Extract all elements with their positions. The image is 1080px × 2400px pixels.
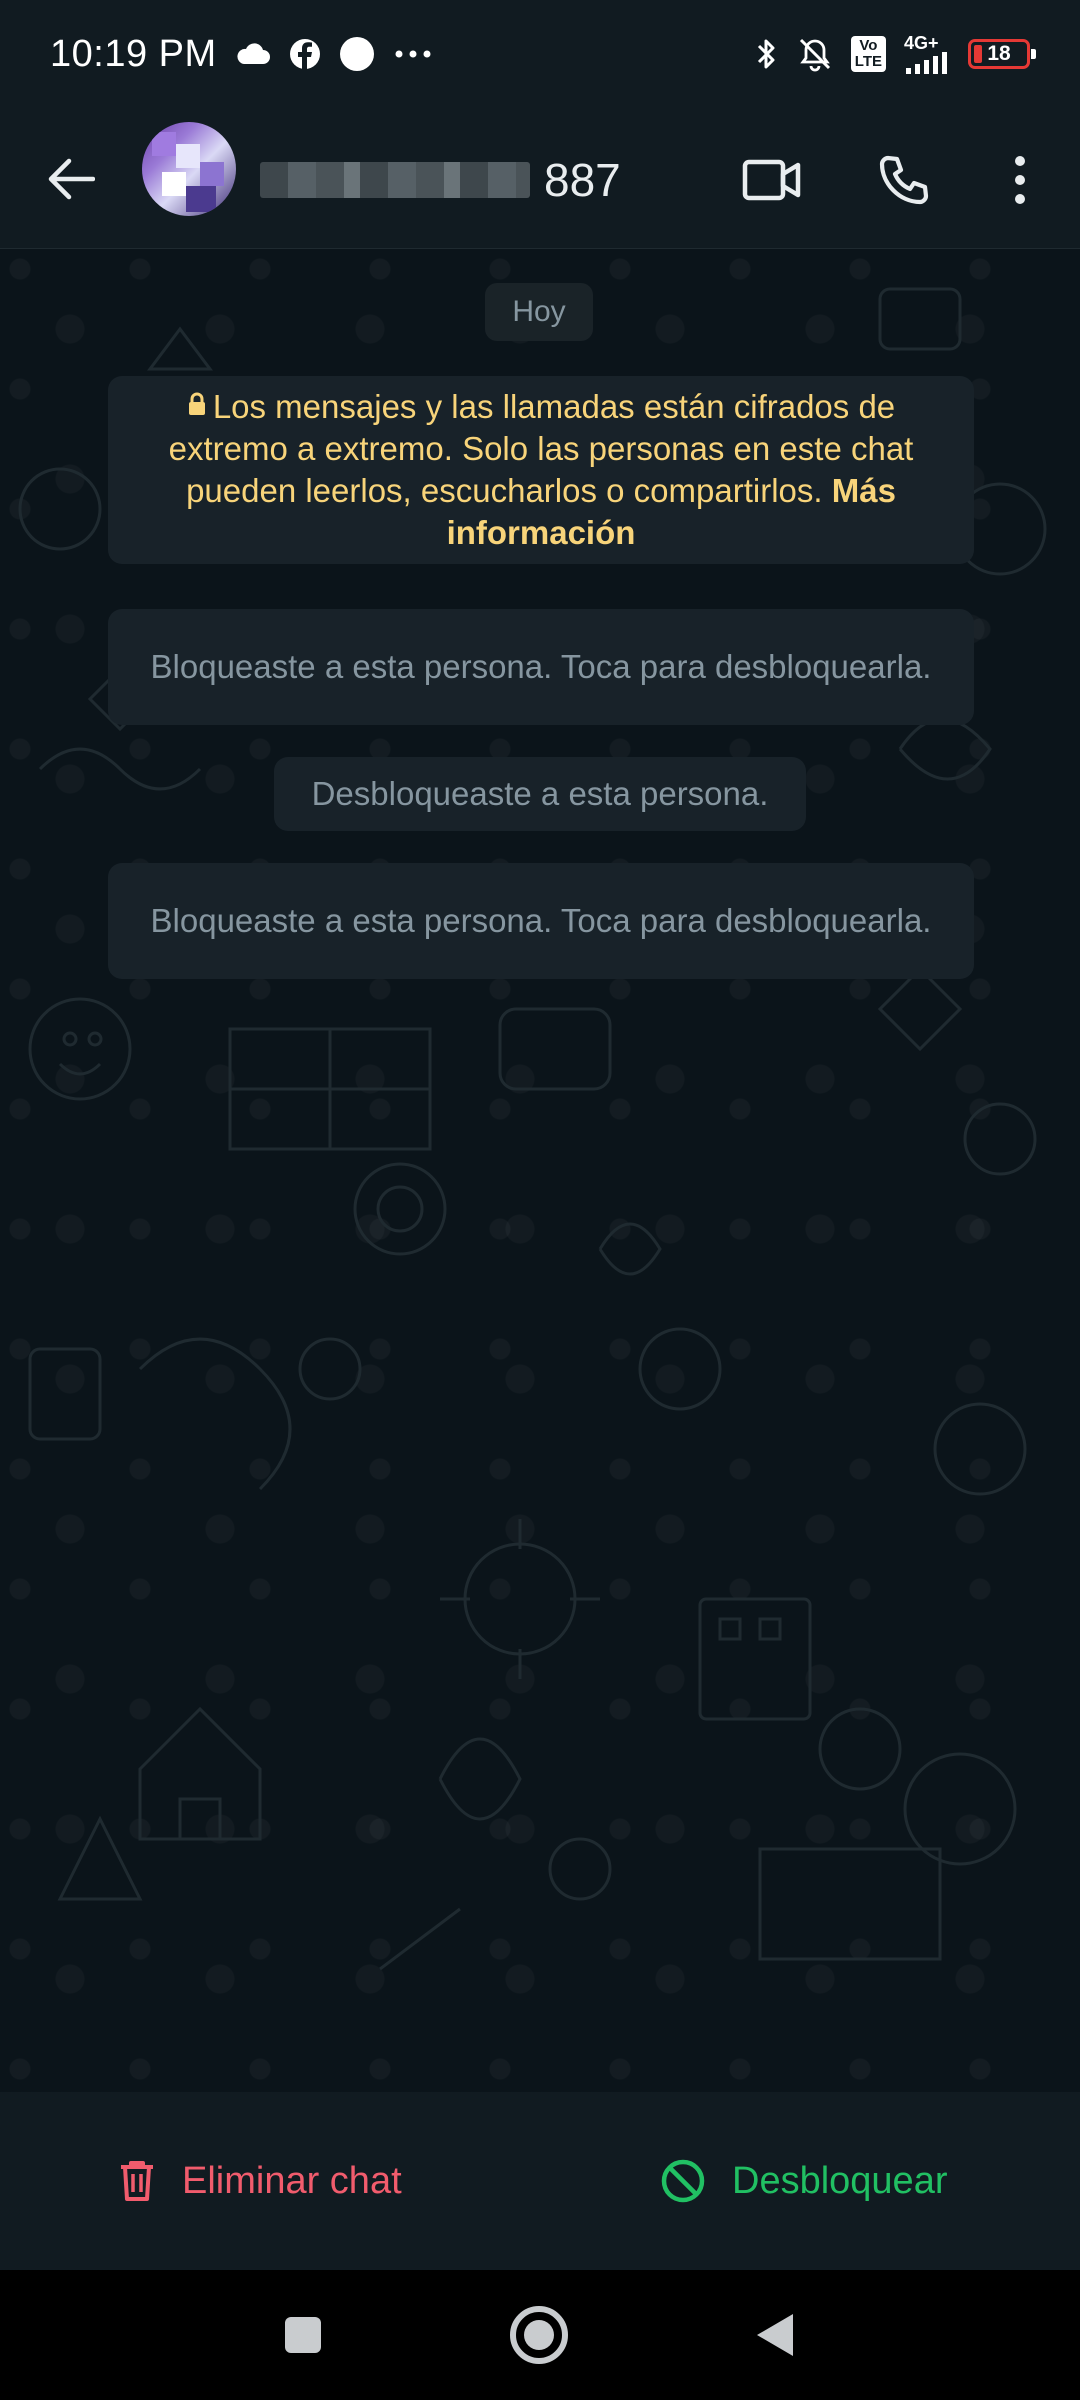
battery-icon: 18 — [968, 39, 1036, 69]
unblock-label: Desbloquear — [732, 2159, 948, 2202]
system-message-text: Bloqueaste a esta persona. Toca para des… — [150, 648, 932, 685]
encryption-notice-text: Los mensajes y las llamadas están cifrad… — [168, 388, 914, 509]
status-bar: 10:19 PM Vo LTE 4G+ 18 — [0, 0, 1080, 110]
recents-button[interactable] — [268, 2300, 338, 2370]
volte-icon: Vo LTE — [850, 36, 886, 72]
redacted-name-block — [260, 162, 530, 198]
blocked-contact-action-bar: Eliminar chat Desbloquear — [0, 2092, 1080, 2270]
recents-square-icon — [285, 2317, 321, 2353]
system-message-unblocked: Desbloqueaste a esta persona. — [274, 757, 806, 831]
system-message-blocked[interactable]: Bloqueaste a esta persona. Toca para des… — [108, 609, 974, 725]
status-left: 10:19 PM — [50, 28, 433, 80]
back-arrow-icon — [48, 158, 95, 200]
encryption-notice[interactable]: Los mensajes y las llamadas están cifrad… — [108, 376, 974, 564]
phone-icon — [879, 155, 929, 205]
chat-header: 887 — [0, 110, 1080, 249]
facebook-icon — [289, 38, 321, 70]
more-vert-icon — [1015, 156, 1025, 204]
home-button[interactable] — [504, 2300, 574, 2370]
more-options-button[interactable] — [984, 144, 1056, 216]
unblock-button[interactable]: Desbloquear — [660, 2138, 947, 2224]
back-button[interactable] — [36, 144, 106, 214]
system-message-text: Desbloqueaste a esta persona. — [311, 775, 769, 812]
bell-muted-icon — [797, 36, 833, 72]
avatar[interactable] — [142, 122, 236, 216]
trash-icon — [121, 2161, 153, 2201]
system-navigation-bar — [0, 2270, 1080, 2400]
status-time: 10:19 PM — [50, 32, 217, 75]
lock-icon — [188, 392, 205, 415]
circle-notification-icon — [339, 36, 375, 72]
voice-call-button[interactable] — [868, 144, 940, 216]
back-nav-button[interactable] — [740, 2300, 810, 2370]
battery-fill — [974, 45, 982, 63]
battery-level: 18 — [987, 42, 1011, 65]
contact-name-text: 887 — [544, 154, 621, 206]
cloud-icon — [235, 42, 271, 66]
video-call-icon — [742, 159, 801, 201]
encryption-notice-body: Los mensajes y las llamadas están cifrad… — [138, 386, 944, 554]
contact-name[interactable]: 887 — [260, 140, 621, 220]
system-message-text: Bloqueaste a esta persona. Toca para des… — [150, 902, 932, 939]
bluetooth-icon — [755, 36, 779, 72]
more-dots-icon — [393, 49, 433, 59]
system-message-blocked[interactable]: Bloqueaste a esta persona. Toca para des… — [108, 863, 974, 979]
back-triangle-icon — [757, 2314, 793, 2356]
signal-icon: 4G+ — [904, 34, 950, 74]
chat-area[interactable]: Hoy Los mensajes y las llamadas están ci… — [0, 249, 1080, 2091]
home-circle-icon — [510, 2306, 568, 2364]
date-chip: Hoy — [485, 283, 593, 341]
network-type: 4G+ — [904, 33, 939, 53]
block-icon — [661, 2159, 705, 2203]
delete-chat-button[interactable]: Eliminar chat — [118, 2138, 402, 2224]
video-call-button[interactable] — [736, 144, 808, 216]
delete-chat-label: Eliminar chat — [182, 2159, 402, 2202]
status-right: Vo LTE 4G+ 18 — [755, 28, 1036, 80]
